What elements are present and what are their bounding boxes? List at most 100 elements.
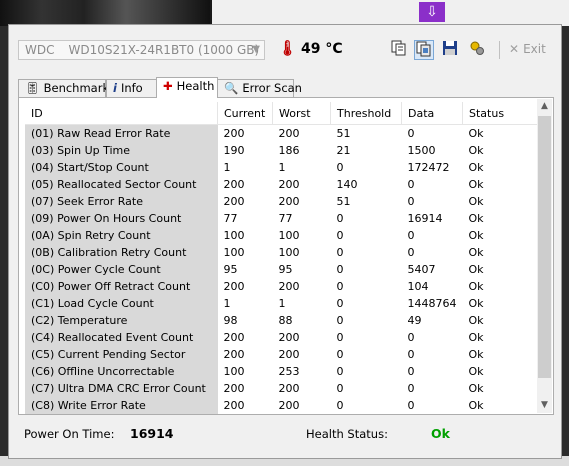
table-row[interactable]: (C2) Temperature 98 88 0 49 Ok bbox=[25, 312, 550, 329]
close-icon: ✕ bbox=[509, 42, 520, 56]
column-header-threshold[interactable]: Threshold bbox=[330, 102, 402, 125]
cell-threshold: 0 bbox=[336, 348, 344, 361]
cell-current: 100 bbox=[223, 365, 245, 378]
scroll-down-icon[interactable]: ▼ bbox=[537, 398, 552, 413]
table-row[interactable]: (0B) Calibration Retry Count 100 100 0 0 Ok bbox=[25, 244, 550, 261]
cell-data: 1500 bbox=[407, 144, 436, 157]
cell-current: 200 bbox=[223, 399, 245, 412]
scroll-up-icon[interactable]: ▲ bbox=[537, 99, 552, 114]
copy-screenshot-button[interactable] bbox=[414, 40, 434, 60]
cell-worst: 100 bbox=[278, 229, 300, 242]
download-icon[interactable]: ⇩ bbox=[419, 2, 445, 22]
cell-data: 0 bbox=[407, 127, 415, 140]
status-bar: Power On Time: 16914 Health Status: Ok bbox=[18, 419, 554, 449]
table-row[interactable]: (03) Spin Up Time 190 186 21 1500 Ok bbox=[25, 142, 550, 159]
health-cross-icon: ✚ bbox=[163, 79, 173, 93]
tab-health[interactable]: ✚ Health bbox=[156, 77, 218, 98]
cell-worst: 77 bbox=[278, 212, 293, 225]
cell-id: (0A) Spin Retry Count bbox=[25, 227, 218, 244]
options-button[interactable] bbox=[467, 40, 487, 60]
save-button[interactable] bbox=[440, 40, 460, 60]
tab-label: Health bbox=[176, 79, 215, 93]
cell-id: (04) Start/Stop Count bbox=[25, 159, 218, 176]
cell-threshold: 21 bbox=[336, 144, 351, 157]
cell-worst: 186 bbox=[278, 144, 300, 157]
table-row[interactable]: (09) Power On Hours Count 77 77 0 16914 Ok bbox=[25, 210, 550, 227]
cell-current: 98 bbox=[223, 314, 238, 327]
table-row[interactable]: (C7) Ultra DMA CRC Error Count 200 200 0 0 Ok bbox=[25, 380, 550, 397]
tab-error-scan[interactable]: 🔍 Error Scan bbox=[217, 79, 302, 97]
tab-label: Error Scan bbox=[242, 81, 302, 95]
exit-button[interactable]: ✕ Exit bbox=[509, 42, 546, 56]
cell-worst: 200 bbox=[278, 331, 300, 344]
drive-select[interactable]: WDC WD10S21X-24R1BT0 (1000 GB) ▼ bbox=[18, 40, 265, 60]
vertical-scrollbar[interactable]: ▲ ▼ bbox=[537, 99, 552, 413]
tab-benchmark[interactable]: 🎚 Benchmark bbox=[18, 79, 109, 97]
table-row[interactable]: (C4) Reallocated Event Count 200 200 0 0 Ok bbox=[25, 329, 550, 346]
cell-data: 172472 bbox=[407, 161, 450, 174]
scrollbar-thumb[interactable] bbox=[538, 116, 551, 378]
cell-threshold: 0 bbox=[336, 246, 344, 259]
table-row[interactable]: (0C) Power Cycle Count 95 95 0 5407 Ok bbox=[25, 261, 550, 278]
exit-label: Exit bbox=[523, 42, 546, 56]
table-row[interactable]: (C8) Write Error Rate 200 200 0 0 Ok bbox=[25, 397, 550, 414]
cell-id: (0C) Power Cycle Count bbox=[25, 261, 218, 278]
cell-current: 100 bbox=[223, 246, 245, 259]
floppy-disk-icon bbox=[443, 41, 457, 55]
table-row[interactable]: (0A) Spin Retry Count 100 100 0 0 Ok bbox=[25, 227, 550, 244]
column-header-current[interactable]: Current bbox=[217, 102, 273, 125]
info-icon: i bbox=[113, 81, 117, 95]
temperature-value: 49 °C bbox=[301, 41, 343, 57]
column-header-worst[interactable]: Worst bbox=[272, 102, 331, 125]
cell-threshold: 0 bbox=[336, 399, 344, 412]
table-row[interactable]: (C6) Offline Uncorrectable 100 253 0 0 Ok bbox=[25, 363, 550, 380]
tab-label: Benchmark bbox=[43, 81, 110, 95]
cell-data: 0 bbox=[407, 195, 415, 208]
copy-text-button[interactable] bbox=[389, 40, 409, 60]
cell-current: 77 bbox=[223, 212, 238, 225]
health-panel: ID Current Worst Threshold Data Status (… bbox=[18, 97, 554, 415]
drive-model: WD10S21X-24R1BT0 (1000 GB) bbox=[68, 43, 260, 57]
column-header-data[interactable]: Data bbox=[401, 102, 463, 125]
cell-data: 0 bbox=[407, 246, 415, 259]
power-on-time-label: Power On Time: bbox=[24, 427, 115, 441]
magnifier-icon: 🔍 bbox=[224, 81, 239, 95]
cell-id: (C1) Load Cycle Count bbox=[25, 295, 218, 312]
cell-data: 16914 bbox=[407, 212, 443, 225]
cell-id: (C5) Current Pending Sector bbox=[25, 346, 218, 363]
cell-id: (09) Power On Hours Count bbox=[25, 210, 218, 227]
cell-current: 200 bbox=[223, 195, 245, 208]
table-row[interactable]: (05) Reallocated Sector Count 200 200 140 0 O… bbox=[25, 176, 550, 193]
table-row[interactable]: (07) Seek Error Rate 200 200 51 0 Ok bbox=[25, 193, 550, 210]
cell-worst: 100 bbox=[278, 246, 300, 259]
tab-info[interactable]: i Info bbox=[106, 79, 157, 97]
cell-threshold: 0 bbox=[336, 365, 344, 378]
cell-threshold: 51 bbox=[336, 195, 351, 208]
table-row[interactable]: (C1) Load Cycle Count 1 1 0 1448764 Ok bbox=[25, 295, 550, 312]
table-row[interactable]: (04) Start/Stop Count 1 1 0 172472 Ok bbox=[25, 159, 550, 176]
cell-data: 0 bbox=[407, 331, 415, 344]
cell-threshold: 51 bbox=[336, 127, 351, 140]
hd-tune-window: WDC WD10S21X-24R1BT0 (1000 GB) ▼ 🌡 49 °C ✕… bbox=[8, 24, 562, 459]
cell-threshold: 0 bbox=[336, 212, 344, 225]
cell-threshold: 0 bbox=[336, 331, 344, 344]
health-status-label: Health Status: bbox=[306, 427, 388, 441]
column-header-id[interactable]: ID bbox=[25, 102, 218, 125]
drive-brand: WDC bbox=[25, 43, 55, 57]
cell-id: (C6) Offline Uncorrectable bbox=[25, 363, 218, 380]
table-row[interactable]: (01) Raw Read Error Rate 200 200 51 0 Ok bbox=[25, 124, 550, 142]
cell-worst: 200 bbox=[278, 399, 300, 412]
cell-threshold: 0 bbox=[336, 229, 344, 242]
cell-worst: 200 bbox=[278, 127, 300, 140]
cell-worst: 200 bbox=[278, 280, 300, 293]
table-row[interactable]: (C0) Power Off Retract Count 200 200 0 104 Ok bbox=[25, 278, 550, 295]
cell-threshold: 0 bbox=[336, 382, 344, 395]
cell-worst: 88 bbox=[278, 314, 293, 327]
table-body: (01) Raw Read Error Rate 200 200 51 0 Ok (03) … bbox=[25, 124, 550, 414]
cell-threshold: 0 bbox=[336, 263, 344, 276]
cell-id: (01) Raw Read Error Rate bbox=[25, 124, 218, 142]
copy-text-icon bbox=[391, 40, 406, 56]
cell-worst: 200 bbox=[278, 178, 300, 191]
cell-id: (C2) Temperature bbox=[25, 312, 218, 329]
table-row[interactable]: (C5) Current Pending Sector 200 200 0 0 Ok bbox=[25, 346, 550, 363]
